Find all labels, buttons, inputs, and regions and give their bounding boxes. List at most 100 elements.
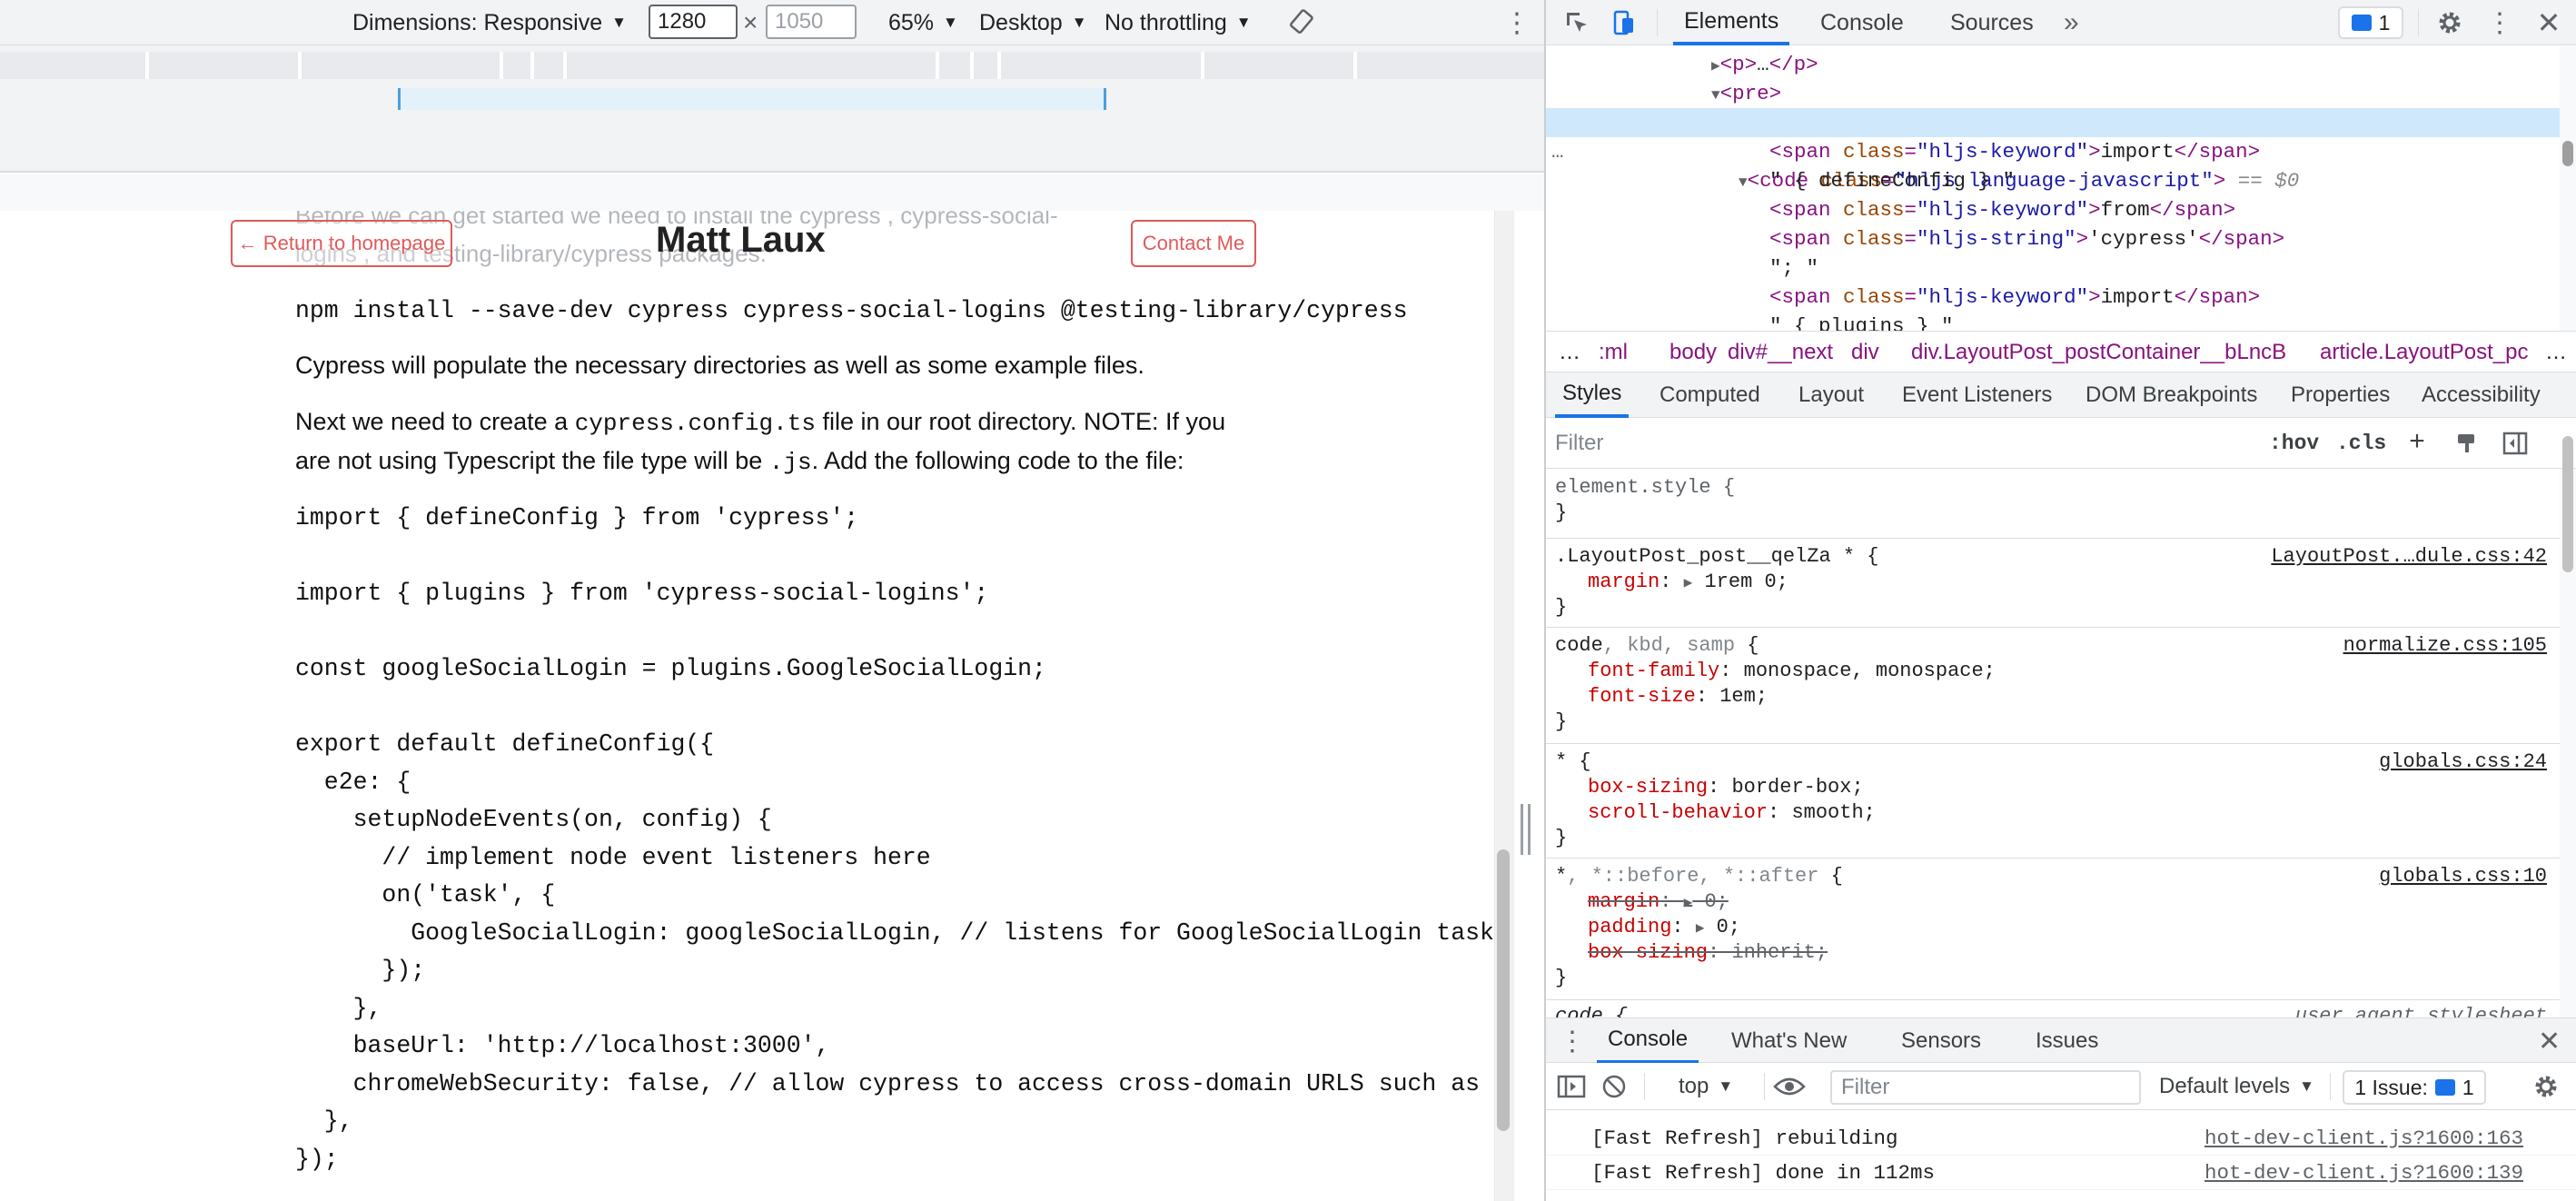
- drawer-menu-icon[interactable]: ⋮: [1559, 1018, 1586, 1064]
- breadcrumb-item[interactable]: div: [1851, 332, 1879, 373]
- rule-property[interactable]: font-size: 1em;: [1588, 684, 1768, 710]
- rule-property[interactable]: scroll-behavior: smooth;: [1588, 800, 1876, 826]
- eye-icon[interactable]: [1773, 1063, 1806, 1110]
- new-rule-icon[interactable]: +: [2409, 425, 2425, 462]
- sidebar-toggle-icon[interactable]: [1557, 1063, 1586, 1110]
- dom-node-pre[interactable]: ▼<pre>: [1711, 79, 1781, 108]
- media-query-segment[interactable]: [302, 52, 503, 79]
- breadcrumb-item[interactable]: div.LayoutPost_postContainer__bLncB: [1911, 332, 2286, 373]
- rule-property[interactable]: box-sizing: border-box;: [1588, 775, 1864, 800]
- console-log-line[interactable]: [Fast Refresh] done in 112ms hot-dev-cli…: [1546, 1156, 2576, 1190]
- log-levels-dropdown[interactable]: Default levels ▼: [2159, 1063, 2314, 1110]
- breadcrumb-item[interactable]: body: [1669, 332, 1717, 373]
- rule-selector[interactable]: element.style {: [1555, 475, 1735, 501]
- dom-node-p[interactable]: ▶<p>…</p>: [1711, 50, 1818, 79]
- dom-text-node[interactable]: "; ": [1769, 253, 1818, 283]
- resize-handle[interactable]: [1521, 804, 1533, 855]
- rule-selector[interactable]: .LayoutPost_post__qelZa * {: [1555, 544, 1878, 570]
- device-toggle-icon[interactable]: [1606, 0, 1642, 45]
- return-homepage-button[interactable]: ← Return to homepage: [231, 220, 452, 267]
- width-input[interactable]: 1280: [649, 5, 738, 39]
- dom-node-span[interactable]: <span class="hljs-keyword">import</span>: [1769, 137, 2260, 166]
- media-query-segment[interactable]: [939, 52, 974, 79]
- console-filter-input[interactable]: Filter: [1830, 1070, 2141, 1105]
- rule-property-overridden[interactable]: margin: ▶ 0;: [1588, 889, 1729, 916]
- messages-badge[interactable]: 1: [2338, 6, 2403, 39]
- media-query-segment[interactable]: [503, 52, 534, 79]
- rule-selector[interactable]: code, kbd, samp {: [1555, 633, 1759, 659]
- media-query-segment[interactable]: [1204, 52, 1357, 79]
- rule-property-overridden[interactable]: box-sizing: inherit;: [1588, 940, 1828, 966]
- style-rule[interactable]: .LayoutPost_post__qelZa * { LayoutPost.……: [1546, 539, 2560, 628]
- more-options-icon[interactable]: ⋮: [1503, 0, 1531, 45]
- tab-dom-breakpoints[interactable]: DOM Breakpoints: [2086, 372, 2257, 418]
- media-query-segment[interactable]: [567, 52, 939, 79]
- rule-property[interactable]: padding: ▶ 0;: [1588, 915, 1740, 941]
- console-log-line[interactable]: [Fast Refresh] rebuilding hot-dev-client…: [1546, 1121, 2576, 1156]
- clear-console-icon[interactable]: [1600, 1063, 1628, 1110]
- issues-button[interactable]: 1 Issue: 1: [2343, 1070, 2486, 1105]
- dom-node-span[interactable]: <span class="hljs-keyword">import</span>: [1769, 283, 2260, 312]
- rule-property[interactable]: font-family: monospace, monospace;: [1588, 659, 1996, 684]
- dimensions-dropdown[interactable]: Dimensions: Responsive ▼: [352, 0, 627, 45]
- class-toggle[interactable]: .cls: [2336, 425, 2386, 462]
- tab-elements[interactable]: Elements: [1673, 0, 1790, 45]
- log-source-link[interactable]: hot-dev-client.js?1600:163: [2204, 1121, 2523, 1156]
- rule-selector[interactable]: code {: [1555, 1004, 1627, 1017]
- device-type-dropdown[interactable]: Desktop ▼: [979, 0, 1087, 45]
- dom-scrollbar-thumb[interactable]: [2562, 141, 2573, 166]
- height-input[interactable]: 1050: [766, 5, 857, 39]
- site-title[interactable]: Matt Laux: [656, 220, 826, 261]
- collapse-triangle-icon[interactable]: ▼: [1739, 174, 1748, 191]
- breadcrumb-item[interactable]: div#__next: [1728, 332, 1833, 373]
- style-rule[interactable]: code { user agent stylesheet: [1546, 1000, 2560, 1017]
- active-media-query[interactable]: [398, 88, 1106, 110]
- expand-triangle-icon[interactable]: ▶: [1711, 58, 1720, 74]
- dom-node-code-selected[interactable]: … ▼<code class="hljs language-javascript…: [1546, 108, 2560, 193]
- media-query-segment[interactable]: [1001, 52, 1204, 79]
- tab-layout[interactable]: Layout: [1798, 372, 1864, 418]
- dom-node-span[interactable]: <span class="hljs-keyword">from</span>: [1769, 195, 2235, 224]
- contact-button[interactable]: Contact Me: [1131, 220, 1256, 267]
- style-rule[interactable]: * { globals.css:24 box-sizing: border-bo…: [1546, 744, 2560, 859]
- rule-selector[interactable]: *, *::before, *::after {: [1555, 864, 1843, 889]
- close-drawer-icon[interactable]: ✕: [2538, 1018, 2561, 1064]
- tab-accessibility[interactable]: Accessibility: [2422, 372, 2541, 418]
- node-actions-icon[interactable]: …: [1551, 137, 1564, 166]
- tab-styles[interactable]: Styles: [1555, 372, 1630, 418]
- more-tabs-icon[interactable]: »: [2064, 0, 2079, 45]
- collapse-triangle-icon[interactable]: ▼: [1711, 87, 1720, 104]
- context-dropdown[interactable]: top ▼: [1679, 1063, 1733, 1110]
- expand-triangle-icon[interactable]: ▶: [1696, 920, 1705, 937]
- tab-console[interactable]: Console: [1809, 0, 1915, 45]
- drawer-tab-console[interactable]: Console: [1597, 1018, 1699, 1064]
- dom-scrollbar[interactable]: [2560, 46, 2576, 331]
- rule-source-link[interactable]: globals.css:10: [2379, 864, 2547, 889]
- media-query-segment[interactable]: [149, 52, 302, 79]
- more-options-icon[interactable]: ⋮: [2482, 0, 2518, 45]
- rule-source-link[interactable]: globals.css:24: [2379, 749, 2547, 775]
- drawer-tab-issues[interactable]: Issues: [2036, 1018, 2098, 1064]
- rule-selector[interactable]: * {: [1555, 749, 1591, 775]
- dom-node-span[interactable]: <span class="hljs-string">'cypress'</spa…: [1769, 224, 2284, 253]
- breadcrumb-overflow[interactable]: …: [2545, 332, 2567, 373]
- rotate-icon[interactable]: [1288, 0, 1315, 45]
- tab-event-listeners[interactable]: Event Listeners: [1902, 372, 2052, 418]
- log-source-link[interactable]: hot-dev-client.js?1600:139: [2204, 1156, 2523, 1190]
- drawer-tab-sensors[interactable]: Sensors: [1901, 1018, 1981, 1064]
- media-query-segment[interactable]: [1357, 52, 1544, 79]
- styles-scrollbar-thumb[interactable]: [2562, 436, 2573, 572]
- console-settings-gear-icon[interactable]: [2532, 1063, 2560, 1110]
- close-devtools-icon[interactable]: ✕: [2531, 0, 2567, 45]
- style-rule[interactable]: element.style { }: [1546, 470, 2560, 539]
- dom-text-node[interactable]: " { defineConfig } ": [1769, 166, 2015, 195]
- breadcrumb-item[interactable]: :ml: [1599, 332, 1628, 373]
- expand-triangle-icon[interactable]: ▶: [1684, 575, 1693, 591]
- tab-sources[interactable]: Sources: [1939, 0, 2045, 45]
- rule-source-link[interactable]: LayoutPost.…dule.css:42: [2271, 544, 2547, 570]
- breadcrumb-overflow[interactable]: …: [1559, 332, 1580, 373]
- expand-triangle-icon[interactable]: ▶: [1684, 895, 1693, 911]
- styles-filter-input[interactable]: Filter: [1555, 425, 1964, 462]
- inspect-element-icon[interactable]: [1559, 0, 1595, 45]
- media-query-segment[interactable]: [974, 52, 1001, 79]
